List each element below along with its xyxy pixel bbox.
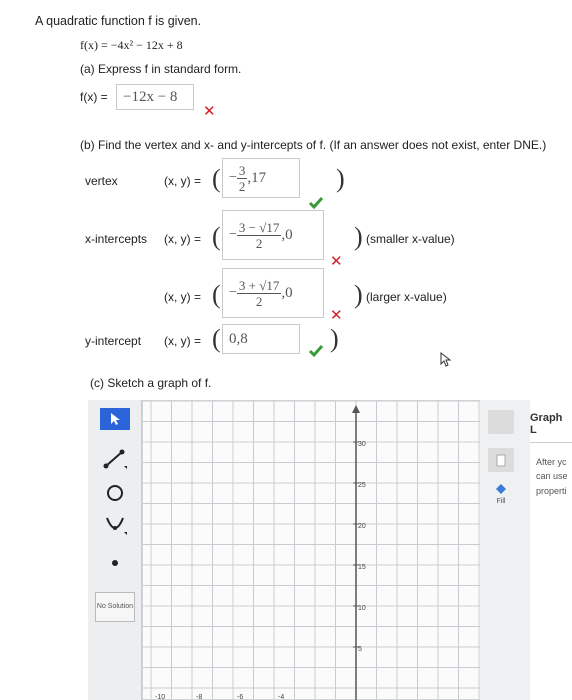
parabola-tool-button[interactable] xyxy=(100,514,130,536)
xint1-open-paren: ( xyxy=(212,222,221,251)
part-a-lhs: f(x) = xyxy=(80,90,108,104)
y-tick-label: 30 xyxy=(358,441,366,448)
vertex-numerator: 3 xyxy=(236,162,248,179)
part-c-prompt: (c) Sketch a graph of f. xyxy=(90,376,212,390)
part-a-wrong-icon: ✕ xyxy=(203,103,216,120)
xint2-answer-box[interactable]: − 3 + √17 2 ,0 xyxy=(222,268,324,318)
xint2-numerator: 3 + √17 xyxy=(236,277,282,294)
yint-open-paren: ( xyxy=(212,324,221,353)
yint-answer-box[interactable]: 0,8 xyxy=(222,324,300,354)
graph-grid: 30252015105-10 -8 -6 -4 xyxy=(143,401,483,700)
y-axis-arrow xyxy=(352,405,360,413)
graph-help-line-3: properti xyxy=(536,485,567,496)
xint2-xy-label: (x, y) = xyxy=(164,290,202,304)
x-tick-label: -10 xyxy=(155,694,165,700)
xint2-open-paren: ( xyxy=(212,280,221,309)
x-tick-label: -6 xyxy=(237,694,243,700)
fill-bucket-icon xyxy=(496,484,506,494)
x-tick-label: -8 xyxy=(196,694,202,700)
line-tool-icon xyxy=(103,449,127,469)
mouse-cursor-icon xyxy=(440,352,452,367)
part-a-prompt: (a) Express f in standard form. xyxy=(80,62,242,76)
fill-tool-button[interactable]: Fill xyxy=(488,482,514,516)
vertex-correct-icon xyxy=(308,197,324,210)
grid-lines xyxy=(143,401,483,700)
graph-help-line-1: After yc xyxy=(536,457,567,467)
parabola-tool-icon xyxy=(106,517,127,535)
xint2-denominator: 2 xyxy=(255,293,263,309)
graph-help-line-2: can use xyxy=(536,471,568,482)
x-tick-label: -4 xyxy=(278,694,284,700)
function-definition: f(x) = −4x² − 12x + 8 xyxy=(80,38,183,52)
vertex-label: vertex xyxy=(85,174,118,188)
no-solution-label: No Solution xyxy=(96,603,134,611)
xint2-close-paren: ) xyxy=(354,280,363,309)
xint1-numerator: 3 − √17 xyxy=(236,219,282,236)
line-tool-button[interactable] xyxy=(100,448,130,470)
pointer-icon xyxy=(111,413,120,425)
circle-tool-button[interactable] xyxy=(100,482,130,504)
y-tick-label: 10 xyxy=(358,605,366,612)
vertex-answer-box[interactable]: − 3 2 ,17 xyxy=(222,158,300,198)
x-intercepts-label: x-intercepts xyxy=(85,232,148,246)
vertex-denominator: 2 xyxy=(238,178,246,194)
pointer-tool-button[interactable] xyxy=(100,408,130,430)
y-intercept-label: y-intercept xyxy=(85,334,142,348)
circle-tool-icon xyxy=(107,485,123,501)
xint1-close-paren: ) xyxy=(354,222,363,251)
y-tick-label: 20 xyxy=(358,523,366,530)
larger-x-note: (larger x-value) xyxy=(366,290,447,304)
xint2-y-value: ,0 xyxy=(281,284,293,301)
graph-tab-title: Graph L xyxy=(530,412,572,443)
xint2-fraction: 3 + √17 2 xyxy=(236,277,282,309)
delete-tool-button[interactable] xyxy=(488,410,514,434)
tick-labels: 30252015105-10 -8 -6 -4 xyxy=(155,441,366,700)
yint-correct-icon xyxy=(308,345,324,358)
graph-right-panel: Fill xyxy=(480,400,530,700)
xint1-xy-label: (x, y) = xyxy=(164,232,202,246)
yint-close-paren: ) xyxy=(330,324,339,353)
vertex-open-paren: ( xyxy=(212,164,221,193)
vertex-xy-label: (x, y) = xyxy=(164,174,202,188)
y-tick-label: 25 xyxy=(358,482,366,489)
smaller-x-note: (smaller x-value) xyxy=(366,232,455,246)
xint2-wrong-icon: ✕ xyxy=(330,307,343,324)
part-a-answer-box[interactable]: −12x − 8 xyxy=(116,84,194,110)
yint-xy-label: (x, y) = xyxy=(164,334,202,348)
xint1-wrong-icon: ✕ xyxy=(330,253,343,270)
vertex-x-fraction: 3 2 xyxy=(236,162,248,194)
clear-tool-button[interactable] xyxy=(488,448,514,472)
vertex-y-value: ,17 xyxy=(247,169,267,186)
xint1-denominator: 2 xyxy=(255,235,263,251)
xint1-answer-box[interactable]: − 3 − √17 2 ,0 xyxy=(222,210,324,260)
trash-icon xyxy=(496,454,506,467)
part-a-answer-value: −12x − 8 xyxy=(123,88,178,105)
xint1-fraction: 3 − √17 2 xyxy=(236,219,282,251)
graph-tool-panel: No Solution xyxy=(88,400,142,700)
y-tick-label: 15 xyxy=(358,564,366,571)
fill-label: Fill xyxy=(496,498,506,505)
graph-canvas[interactable]: 30 25 20 15 10 5 -10 -8 -6 -4 xyxy=(142,400,528,700)
y-axis xyxy=(352,405,360,700)
point-tool-icon xyxy=(112,560,118,566)
xint1-y-value: ,0 xyxy=(281,226,293,243)
graph-info-tab: Graph L After yc can use properti xyxy=(530,412,572,512)
point-tool-button[interactable] xyxy=(100,552,130,574)
question-title: A quadratic function f is given. xyxy=(35,14,202,28)
part-b-prompt: (b) Find the vertex and x- and y-interce… xyxy=(80,138,547,152)
no-solution-button[interactable]: No Solution xyxy=(95,592,135,622)
vertex-close-paren: ) xyxy=(336,164,345,193)
yint-value: 0,8 xyxy=(229,330,248,347)
